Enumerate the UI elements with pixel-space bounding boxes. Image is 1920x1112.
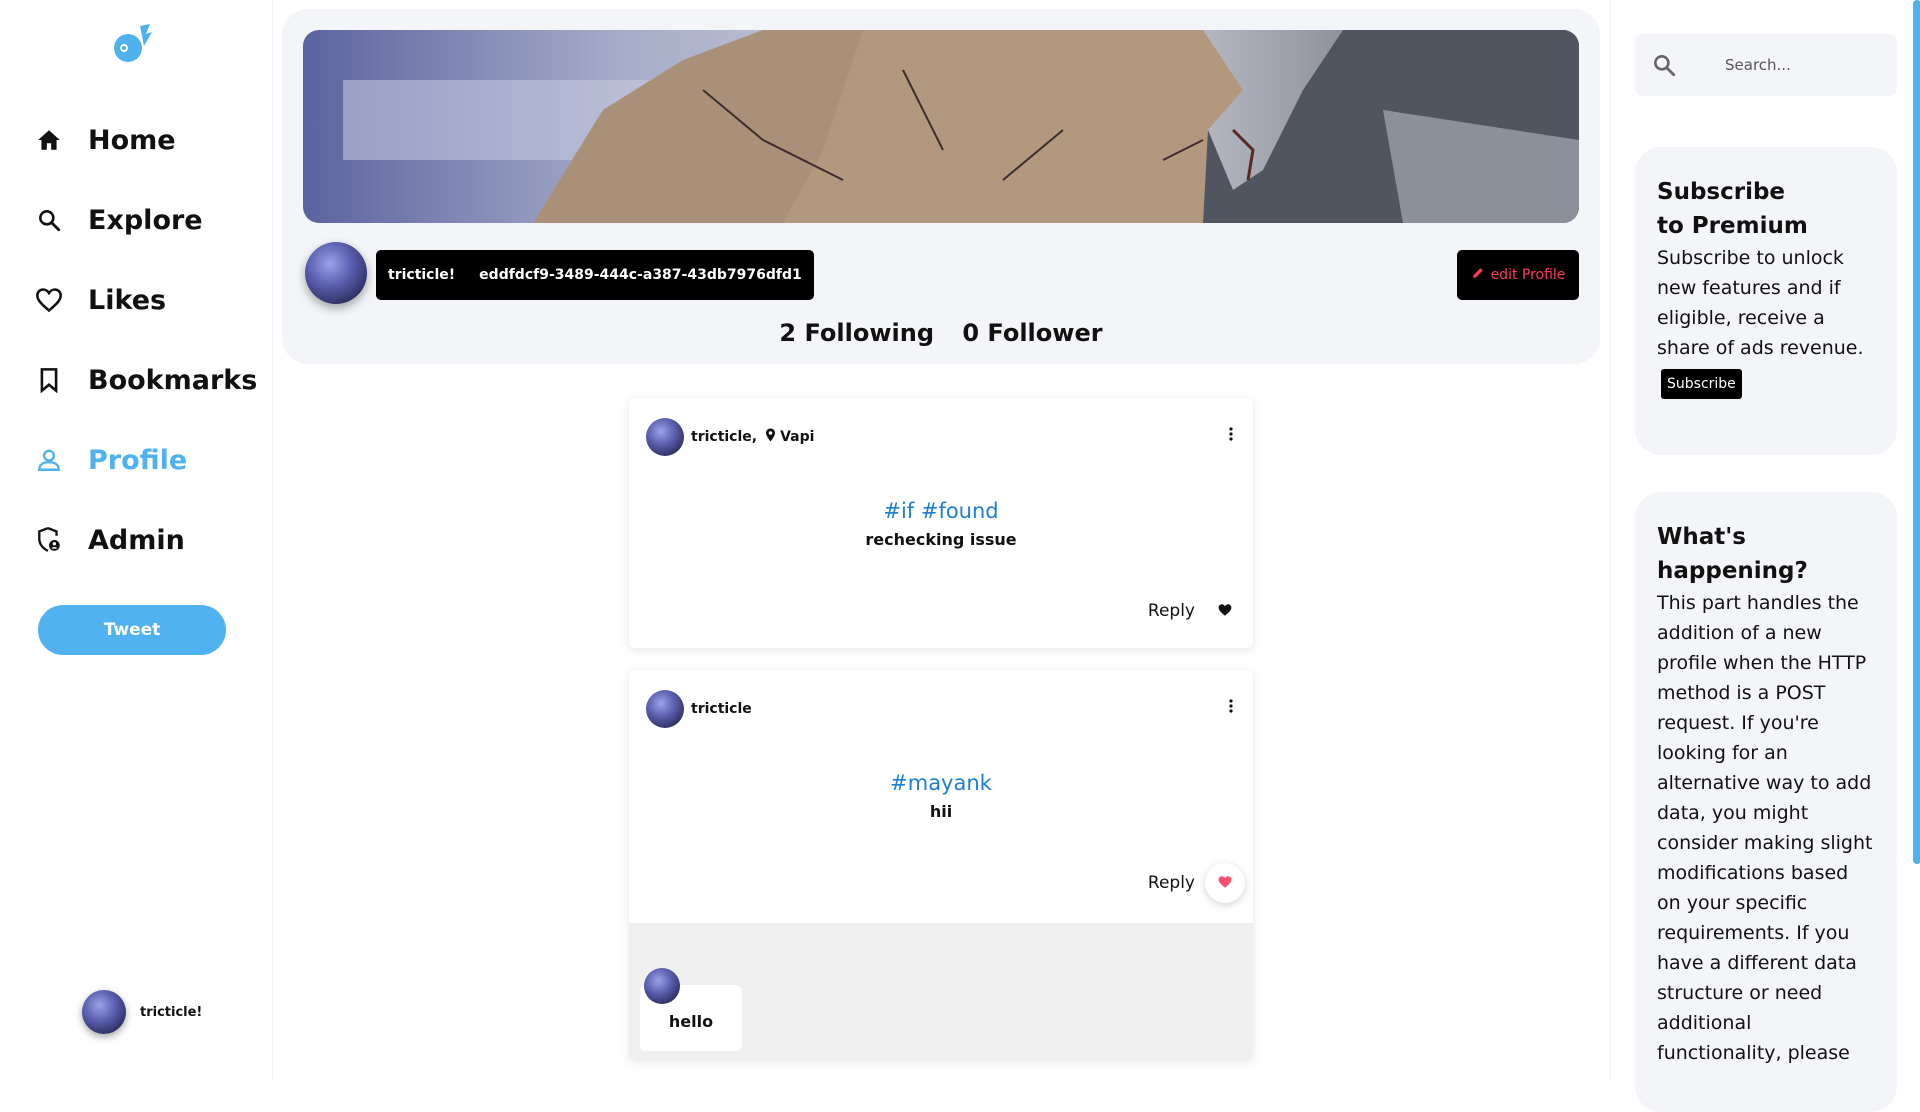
nav-item-home[interactable]: Home	[34, 100, 257, 180]
reply-button[interactable]: Reply	[1148, 601, 1195, 621]
post-location: Vapi	[765, 428, 814, 446]
edit-profile-button[interactable]: edit Profile	[1457, 250, 1579, 300]
happening-description: This part handles the addition of a new …	[1657, 592, 1873, 1064]
location-pin-icon	[765, 428, 776, 446]
happening-title-line1: What's	[1657, 524, 1746, 550]
nav-item-admin[interactable]: Admin	[34, 500, 257, 580]
avatar[interactable]	[646, 418, 684, 456]
nav-item-label: Likes	[88, 284, 167, 316]
more-options-icon[interactable]	[1225, 696, 1237, 716]
comments-section: hello	[629, 923, 1253, 1060]
premium-title-line1: Subscribe	[1657, 179, 1786, 205]
reply-button[interactable]: Reply	[1148, 873, 1195, 893]
profile-name: tricticle!	[388, 267, 456, 283]
follow-stats: 2 Following 0 Follower	[282, 319, 1600, 347]
avatar	[82, 990, 126, 1034]
premium-description: Subscribe to unlock new features and if …	[1657, 247, 1864, 359]
profile-info-row: tricticle! eddfdcf9-3489-444c-a387-43db7…	[303, 242, 1579, 304]
tweet-button[interactable]: Tweet	[38, 605, 226, 655]
like-button[interactable]	[1205, 591, 1245, 631]
main-nav: Home Explore Likes Bookmarks Profile Adm…	[34, 100, 257, 580]
edit-profile-label: edit Profile	[1490, 267, 1566, 283]
nav-item-bookmarks[interactable]: Bookmarks	[34, 340, 257, 420]
home-icon	[34, 125, 64, 155]
post-author[interactable]: tricticle,	[691, 429, 757, 445]
profile-id-badge: tricticle! eddfdcf9-3489-444c-a387-43db7…	[376, 250, 814, 300]
post-text: rechecking issue	[865, 530, 1017, 549]
nav-item-label: Profile	[88, 444, 188, 476]
profile-banner-image	[303, 30, 1579, 223]
profile-id: eddfdcf9-3489-444c-a387-43db7976dfd1	[479, 267, 802, 283]
nav-item-label: Explore	[88, 204, 203, 236]
bookmark-icon	[34, 365, 64, 395]
more-options-icon[interactable]	[1225, 424, 1237, 444]
premium-panel: Subscribe to Premium Subscribe to unlock…	[1635, 147, 1897, 455]
nav-item-label: Home	[88, 124, 176, 156]
user-icon	[34, 445, 64, 475]
nav-item-profile[interactable]: Profile	[34, 420, 257, 500]
nav-item-label: Admin	[88, 524, 185, 556]
post-text: hii	[929, 802, 953, 821]
nav-item-label: Bookmarks	[88, 364, 258, 396]
account-name: tricticle!	[140, 1004, 203, 1020]
left-sidebar: Home Explore Likes Bookmarks Profile Adm…	[0, 0, 273, 1080]
profile-header: tricticle! eddfdcf9-3489-444c-a387-43db7…	[282, 9, 1600, 364]
meteor-logo-icon[interactable]	[110, 22, 154, 66]
post-hashtags[interactable]: #mayank	[629, 771, 1253, 795]
post-card: tricticle, Vapi #if #found rechecking is…	[629, 398, 1253, 648]
follower-count[interactable]: 0 Follower	[962, 319, 1102, 347]
whats-happening-panel: What's happening? This part handles the …	[1635, 492, 1897, 1112]
subscribe-button[interactable]: Subscribe	[1661, 369, 1742, 399]
post-header: tricticle, Vapi	[646, 418, 814, 456]
account-switcher[interactable]: tricticle!	[82, 990, 202, 1034]
profile-avatar[interactable]	[305, 242, 367, 304]
post-author[interactable]: tricticle	[691, 701, 752, 717]
search-icon	[34, 205, 64, 235]
heart-icon	[34, 285, 64, 315]
post-header: tricticle	[646, 690, 752, 728]
scrollbar[interactable]	[1913, 0, 1920, 864]
happening-title-line2: happening?	[1657, 558, 1808, 584]
search-box[interactable]	[1635, 34, 1897, 96]
following-count[interactable]: 2 Following	[779, 319, 934, 347]
heart-icon	[1217, 874, 1233, 893]
post-card: tricticle #mayank hii Reply hello	[629, 670, 1253, 1060]
premium-title-line2: to Premium	[1657, 213, 1808, 239]
search-icon	[1651, 52, 1677, 78]
nav-item-likes[interactable]: Likes	[34, 260, 257, 340]
search-input[interactable]	[1723, 55, 1887, 75]
heart-icon	[1217, 602, 1233, 621]
right-sidebar: Subscribe to Premium Subscribe to unlock…	[1610, 0, 1920, 1112]
avatar[interactable]	[646, 690, 684, 728]
nav-item-explore[interactable]: Explore	[34, 180, 257, 260]
pencil-icon	[1471, 266, 1485, 284]
like-button[interactable]	[1205, 863, 1245, 903]
avatar[interactable]	[644, 968, 680, 1004]
comment-text: hello	[668, 1012, 714, 1031]
post-hashtags[interactable]: #if #found	[629, 499, 1253, 523]
admin-shield-icon	[34, 525, 64, 555]
